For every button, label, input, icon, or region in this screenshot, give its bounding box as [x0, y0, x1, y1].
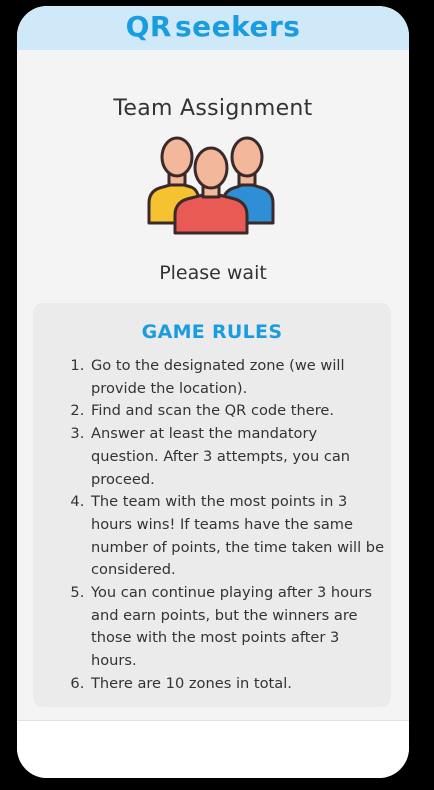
rule-item: Answer at least the mandatory question. …	[89, 423, 389, 491]
app-logo: QR seekers	[126, 10, 301, 44]
rule-item: Go to the designated zone (we will provi…	[89, 355, 389, 400]
rule-item: The team with the most points in 3 hours…	[89, 491, 389, 582]
app-header: QR seekers	[17, 6, 409, 50]
status-text: Please wait	[159, 262, 267, 284]
main-content: Team Assignment Please wait GAME RULES 1…	[17, 50, 409, 720]
phone-screen: QR seekers Team Assignment Please wait G…	[17, 6, 409, 778]
logo-qr: QR	[125, 10, 172, 43]
rule-item: There are 10 zones in total.	[89, 673, 389, 696]
game-rules-heading: GAME RULES	[141, 321, 283, 343]
rule-item: Find and scan the QR code there.	[89, 400, 389, 423]
logo-seekers: seekers	[174, 10, 301, 43]
page-title: Team Assignment	[113, 96, 313, 121]
team-group-icon	[147, 136, 275, 235]
rule-item: You can continue playing after 3 hours a…	[89, 582, 389, 673]
game-rules-card: GAME RULES Go to the designated zone (we…	[33, 303, 391, 707]
game-rules-list: Go to the designated zone (we will provi…	[72, 355, 389, 696]
bottom-bar	[17, 720, 409, 778]
